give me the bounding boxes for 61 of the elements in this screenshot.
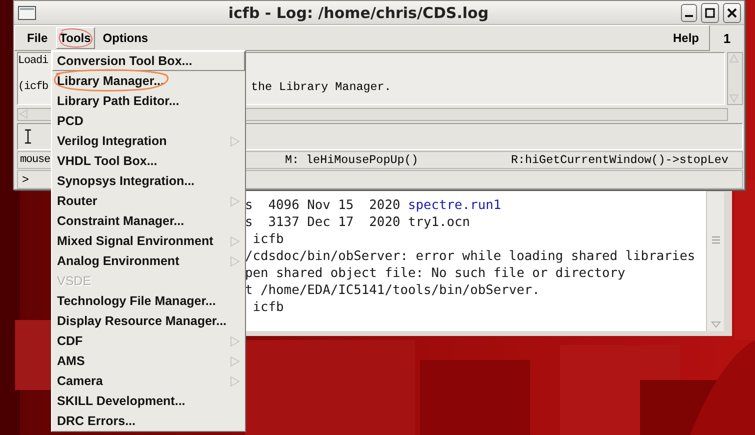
status-text: R:hiGetCurrentWindow()->stopLev: [511, 153, 728, 168]
status-text: M: leHiMousePopUp(): [285, 153, 418, 168]
prompt-text: >: [22, 172, 30, 187]
menu-item[interactable]: Technology File Manager...: [52, 291, 245, 311]
window-title: icfb - Log: /home/chris/CDS.log: [227, 4, 490, 22]
status-text: mouse: [20, 154, 50, 166]
menu-item[interactable]: PCD: [52, 111, 245, 131]
terminal-line: icfb: [252, 299, 285, 316]
grip-icon: [710, 236, 720, 244]
directory-name: spectre.run1: [408, 198, 502, 213]
menu-item[interactable]: Library Path Editor...: [52, 91, 245, 111]
menu-item[interactable]: DRC Errors...: [52, 411, 245, 431]
close-button[interactable]: [723, 2, 741, 23]
menu-item[interactable]: AMS: [52, 351, 245, 371]
scroll-down-icon: [710, 319, 722, 329]
window-number: 1: [722, 30, 732, 48]
terminal-line: t /home/EDA/IC5141/tools/bin/obServer.: [245, 282, 541, 299]
menu-item[interactable]: Verilog Integration: [52, 131, 245, 151]
submenu-arrow-icon: [230, 336, 240, 346]
maximize-icon: [705, 8, 715, 18]
menu-item[interactable]: CDF: [52, 331, 245, 351]
menu-item[interactable]: File: [23, 27, 52, 50]
menu-item[interactable]: Analog Environment: [52, 251, 245, 271]
menu-item[interactable]: Library Manager...: [52, 71, 245, 91]
menu-item[interactable]: Router: [52, 191, 245, 211]
minimize-button[interactable]: [681, 4, 697, 22]
text-cursor-icon: [24, 129, 32, 144]
submenu-arrow-icon: [230, 376, 240, 386]
submenu-arrow-icon: [230, 196, 240, 206]
help-menu[interactable]: Help: [668, 27, 703, 50]
minimize-icon: [685, 14, 693, 17]
menu-item[interactable]: Options: [98, 27, 152, 50]
log-text: Loadi: [18, 54, 48, 68]
scrollbar[interactable]: [727, 52, 743, 105]
maximize-button[interactable]: [701, 2, 719, 23]
terminal-line: s 3137 Dec 17 2020 try1.ocn: [245, 214, 472, 231]
terminal-line: pen shared object file: No such file or directory: [245, 265, 626, 282]
scroll-down-icon: [728, 94, 740, 104]
menu-item[interactable]: Constraint Manager...: [52, 211, 245, 231]
submenu-arrow-icon: [230, 256, 240, 266]
menu-item[interactable]: SKILL Development...: [52, 391, 245, 411]
close-icon: [727, 8, 737, 18]
log-text: the Library Manager.: [251, 80, 392, 94]
scrollbar[interactable]: [706, 192, 724, 331]
menu-item[interactable]: Camera: [52, 371, 245, 391]
log-text: (icfb: [18, 80, 48, 94]
menu-item[interactable]: Display Resource Manager...: [52, 311, 245, 331]
scroll-up-icon: [728, 52, 740, 63]
window-menu-icon: [18, 6, 36, 20]
menu-item[interactable]: Synopsys Integration...: [52, 171, 245, 191]
submenu-arrow-icon: [230, 236, 240, 246]
menu-item[interactable]: Tools: [56, 27, 95, 50]
terminal-line: /cdsdoc/bin/obServer: error while loading shared libraries: [245, 248, 696, 265]
menu-item[interactable]: Conversion Tool Box...: [52, 51, 245, 71]
scroll-left-icon: [18, 108, 28, 119]
menu-item[interactable]: VHDL Tool Box...: [52, 151, 245, 171]
menu-item[interactable]: Mixed Signal Environment: [52, 231, 245, 251]
submenu-arrow-icon: [230, 136, 240, 146]
terminal-line: icfb: [252, 231, 285, 248]
submenu-arrow-icon: [230, 356, 240, 366]
terminal-line: s 4096 Nov 15 2020 spectre.run1: [245, 197, 502, 214]
